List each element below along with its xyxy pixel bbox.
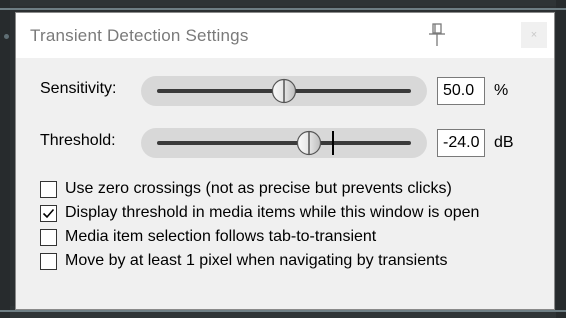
slider-thumb-icon[interactable] (271, 78, 297, 104)
background-bar (556, 0, 566, 318)
threshold-unit: dB (494, 134, 514, 151)
threshold-field[interactable]: -24.0 (437, 129, 485, 157)
sensitivity-unit: % (494, 82, 509, 99)
option-label: Media item selection follows tab-to-tran… (65, 228, 377, 245)
checkbox[interactable] (40, 181, 57, 198)
screen: Transient Detection Settings × Sensitivi… (0, 0, 566, 318)
pin-icon[interactable] (427, 22, 447, 48)
dialog-body: Sensitivity: 50.0 % Threshold: -24.0 dB … (16, 58, 554, 309)
sensitivity-label: Sensitivity: (40, 80, 117, 97)
checkbox[interactable] (40, 253, 57, 270)
threshold-label: Threshold: (40, 132, 116, 149)
background-line (0, 8, 566, 10)
background-bar (0, 0, 10, 318)
background-line (0, 310, 566, 312)
checkbox[interactable] (40, 229, 57, 246)
option-label: Use zero crossings (not as precise but p… (65, 180, 452, 197)
slider-thumb-icon[interactable] (296, 130, 322, 156)
checkmark-icon (42, 208, 55, 219)
close-icon: × (530, 29, 538, 41)
close-button[interactable]: × (521, 22, 547, 48)
slider-track (157, 141, 411, 145)
threshold-slider[interactable] (141, 128, 427, 158)
sensitivity-slider[interactable] (141, 76, 427, 106)
background-bar (0, 0, 566, 6)
transient-detection-dialog: Transient Detection Settings × Sensitivi… (15, 12, 555, 310)
dialog-title: Transient Detection Settings (30, 26, 249, 45)
option-label: Display threshold in media items while t… (65, 204, 480, 221)
background-dot (4, 34, 9, 39)
checkbox[interactable] (40, 205, 57, 222)
option-label: Move by at least 1 pixel when navigating… (65, 252, 448, 269)
title-bar[interactable]: Transient Detection Settings × (16, 13, 554, 58)
sensitivity-field[interactable]: 50.0 (437, 77, 485, 105)
threshold-marker (332, 131, 335, 155)
